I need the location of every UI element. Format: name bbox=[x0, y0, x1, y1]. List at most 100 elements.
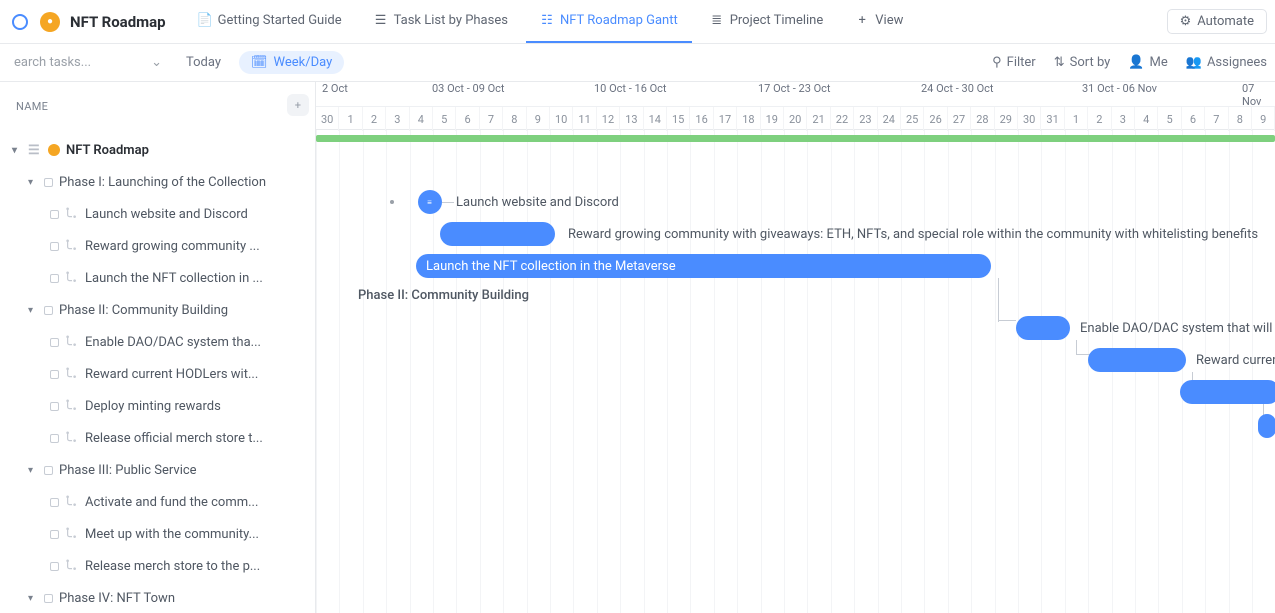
day-cell: 5 bbox=[1158, 107, 1181, 131]
caret-down-icon: ▾ bbox=[12, 145, 22, 156]
list-icon: ☰ bbox=[374, 14, 388, 28]
zoom-toggle[interactable]: 🗓 Week/Day bbox=[239, 51, 344, 74]
status-icon bbox=[44, 466, 53, 475]
root-summary-bar[interactable] bbox=[316, 135, 1275, 142]
search-input[interactable]: earch tasks... ⌄ bbox=[8, 55, 168, 70]
day-cell: 30 bbox=[1018, 107, 1041, 131]
me-button[interactable]: 👤Me bbox=[1128, 55, 1167, 70]
day-cell: 31 bbox=[1041, 107, 1064, 131]
day-cell: 7 bbox=[1205, 107, 1228, 131]
task-sidebar: NAME + ▾ ☰ NFT Roadmap ▾ Phase I: Launch… bbox=[0, 82, 316, 613]
tab-label: View bbox=[875, 13, 903, 28]
timeline-header: 2 Oct 03 Oct - 09 Oct 10 Oct - 16 Oct 17… bbox=[316, 82, 1275, 130]
day-cell: 12 bbox=[597, 107, 620, 131]
robot-icon: ⚙ bbox=[1180, 14, 1192, 29]
sort-icon: ⇅ bbox=[1054, 55, 1065, 70]
app-logo-icon bbox=[12, 14, 28, 30]
day-cell: 13 bbox=[620, 107, 643, 131]
day-cell: 4 bbox=[410, 107, 433, 131]
project-title: NFT Roadmap bbox=[70, 13, 166, 31]
day-cell: 1 bbox=[1065, 107, 1088, 131]
status-icon bbox=[44, 178, 53, 187]
gantt-bar[interactable] bbox=[1016, 316, 1070, 340]
user-icon: 👤 bbox=[1128, 55, 1144, 70]
day-cell: 28 bbox=[971, 107, 994, 131]
gantt-body[interactable]: ≡ Launch website and Discord Reward grow… bbox=[316, 130, 1275, 613]
day-cell: 8 bbox=[503, 107, 526, 131]
days-row: 3012345678910111213141516171819202122232… bbox=[316, 106, 1275, 130]
task-label: Reward growing community with giveaways:… bbox=[568, 222, 1258, 246]
subtask-icon bbox=[65, 335, 79, 349]
subtask-icon bbox=[65, 207, 79, 221]
day-cell: 27 bbox=[948, 107, 971, 131]
day-cell: 9 bbox=[527, 107, 550, 131]
task-row[interactable]: Enable DAO/DAC system tha... bbox=[0, 326, 315, 358]
tab-add-view[interactable]: + View bbox=[841, 0, 917, 43]
filter-button[interactable]: ⚲Filter bbox=[992, 55, 1036, 70]
users-icon: 👥 bbox=[1186, 55, 1202, 70]
task-row[interactable]: Meet up with the community... bbox=[0, 518, 315, 550]
day-cell: 25 bbox=[901, 107, 924, 131]
phase-row[interactable]: ▾ Phase III: Public Service bbox=[0, 454, 315, 486]
root-row[interactable]: ▾ ☰ NFT Roadmap bbox=[0, 134, 315, 166]
subtask-icon bbox=[65, 527, 79, 541]
task-row[interactable]: Launch the NFT collection in ... bbox=[0, 262, 315, 294]
day-cell: 2 bbox=[1088, 107, 1111, 131]
day-cell: 7 bbox=[480, 107, 503, 131]
caret-down-icon: ▾ bbox=[28, 305, 38, 316]
phase-row[interactable]: ▾ Phase II: Community Building bbox=[0, 294, 315, 326]
day-cell: 14 bbox=[644, 107, 667, 131]
phase-label: Phase II: Community Building bbox=[358, 288, 529, 303]
task-label: Launch the NFT collection in the Metaver… bbox=[416, 254, 686, 278]
task-row[interactable]: Activate and fund the comm... bbox=[0, 486, 315, 518]
day-cell: 9 bbox=[1252, 107, 1275, 131]
gantt-chart[interactable]: 2 Oct 03 Oct - 09 Oct 10 Oct - 16 Oct 17… bbox=[316, 82, 1275, 613]
task-row[interactable]: Reward current HODLers wit... bbox=[0, 358, 315, 390]
today-button[interactable]: Today bbox=[176, 51, 231, 74]
gantt-bar[interactable] bbox=[1180, 380, 1275, 404]
project-badge-icon: ● bbox=[40, 12, 60, 32]
day-cell: 22 bbox=[831, 107, 854, 131]
gantt-bar[interactable] bbox=[1088, 348, 1186, 372]
day-cell: 6 bbox=[1182, 107, 1205, 131]
caret-down-icon: ▾ bbox=[28, 465, 38, 476]
status-icon bbox=[50, 338, 59, 347]
phase-row[interactable]: ▾ Phase I: Launching of the Collection bbox=[0, 166, 315, 198]
day-cell: 3 bbox=[1112, 107, 1135, 131]
add-task-button[interactable]: + bbox=[287, 94, 309, 116]
task-row[interactable]: Deploy minting rewards bbox=[0, 390, 315, 422]
task-row[interactable]: Release merch store to the p... bbox=[0, 550, 315, 582]
day-cell: 17 bbox=[714, 107, 737, 131]
project-dot-icon bbox=[48, 144, 60, 156]
status-icon bbox=[50, 274, 59, 283]
day-cell: 29 bbox=[995, 107, 1018, 131]
automate-button[interactable]: ⚙ Automate bbox=[1167, 9, 1267, 34]
gantt-bar[interactable] bbox=[440, 222, 555, 246]
task-row[interactable]: Release official merch store t... bbox=[0, 422, 315, 454]
gantt-bar[interactable] bbox=[1258, 414, 1275, 438]
day-cell: 10 bbox=[550, 107, 573, 131]
assignees-button[interactable]: 👥Assignees bbox=[1186, 55, 1267, 70]
plus-icon: + bbox=[855, 14, 869, 28]
day-cell: 8 bbox=[1229, 107, 1252, 131]
search-placeholder: earch tasks... bbox=[14, 55, 91, 70]
status-icon bbox=[50, 562, 59, 571]
day-cell: 6 bbox=[456, 107, 479, 131]
day-cell: 19 bbox=[761, 107, 784, 131]
tab-getting-started[interactable]: 📄 Getting Started Guide bbox=[184, 0, 356, 43]
tab-task-list[interactable]: ☰ Task List by Phases bbox=[360, 0, 522, 43]
sort-button[interactable]: ⇅Sort by bbox=[1054, 55, 1111, 70]
calendar-icon: 🗓 bbox=[251, 55, 268, 70]
name-column-header: NAME + bbox=[0, 82, 315, 130]
task-row[interactable]: Reward growing community ... bbox=[0, 230, 315, 262]
filter-icon: ⚲ bbox=[992, 55, 1002, 70]
day-cell: 24 bbox=[878, 107, 901, 131]
caret-down-icon: ▾ bbox=[28, 177, 38, 188]
subtask-icon bbox=[65, 239, 79, 253]
status-icon bbox=[50, 210, 59, 219]
milestone[interactable]: ≡ bbox=[418, 190, 442, 214]
task-row[interactable]: Launch website and Discord bbox=[0, 198, 315, 230]
tab-timeline[interactable]: ≣ Project Timeline bbox=[696, 0, 838, 43]
tab-gantt[interactable]: ☷ NFT Roadmap Gantt bbox=[526, 0, 692, 43]
phase-row[interactable]: ▾ Phase IV: NFT Town bbox=[0, 582, 315, 613]
